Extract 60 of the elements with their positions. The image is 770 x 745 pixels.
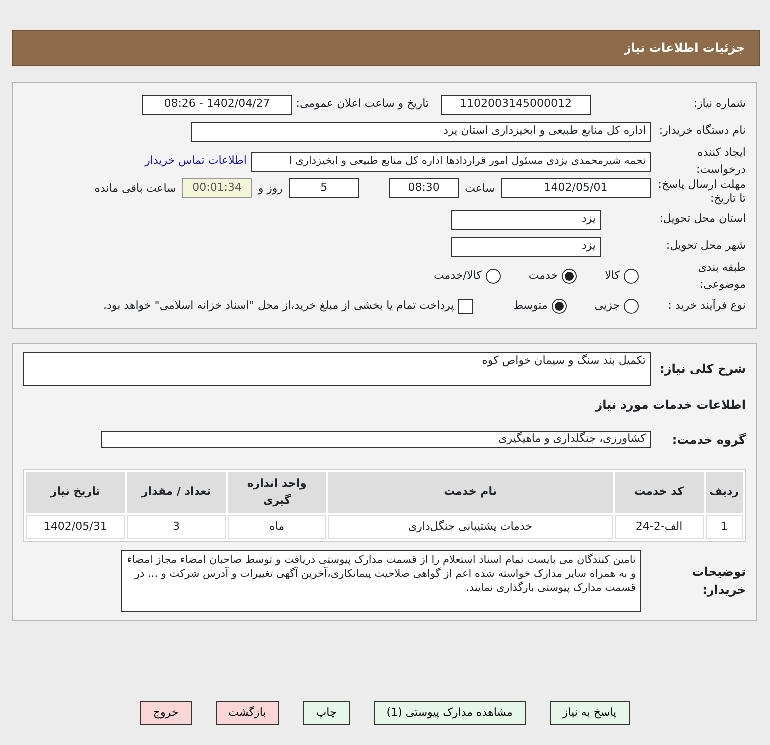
radio-button[interactable] <box>562 269 578 284</box>
action-button[interactable]: بازگشت <box>216 701 280 725</box>
table-cell: الف-2-24 <box>614 515 704 539</box>
table-cell: 3 <box>127 515 226 539</box>
column-header: ردیف <box>706 472 743 513</box>
field-label: شهر محل تحویل: <box>665 238 746 254</box>
contact-link[interactable]: اطلاعات تماس خریدار <box>145 153 247 170</box>
action-button[interactable]: چاپ <box>303 701 350 725</box>
radio-label: خدمت <box>528 268 558 284</box>
city-field[interactable]: یزد <box>451 236 601 256</box>
field-label: شماره نیاز: <box>692 96 746 112</box>
radio-label: کالا <box>605 268 620 284</box>
field-label: ساعت <box>465 181 495 197</box>
field-label: گروه خدمت: <box>671 432 746 448</box>
radio-button[interactable] <box>486 269 501 284</box>
checkbox[interactable] <box>458 299 474 314</box>
column-header: کد خدمت <box>614 472 704 513</box>
field-label: نوع فرآیند خرید : <box>667 298 746 314</box>
column-header: تاریخ نیاز <box>26 472 126 513</box>
field-label: مهلت ارسال پاسخ: تا تاریخ: <box>657 178 746 206</box>
remaining-time-field[interactable]: 00:01:34 <box>182 178 252 198</box>
days-field[interactable]: 5 <box>289 178 360 198</box>
radio-button[interactable] <box>624 299 639 314</box>
column-header: واحد اندازه گیری <box>228 472 326 513</box>
field-label: شرح کلی نیاز: <box>659 361 746 378</box>
payment-label: پرداخت تمام یا بخشی از مبلغ خرید،از محل "اسناد خزانه اسلامی" خواهد بود. <box>104 298 454 314</box>
radio-label: جزیی <box>594 298 620 314</box>
field-label: تاریخ و ساعت اعلان عمومی: <box>296 96 429 112</box>
table-cell: خدمات پشتیبانی جنگل‌داری <box>328 515 613 539</box>
table-cell: 1402/05/31 <box>26 515 126 539</box>
table-cell: ماه <box>228 515 326 539</box>
radio-button[interactable] <box>624 269 639 284</box>
province-field[interactable]: یزد <box>451 210 601 230</box>
service-group-field[interactable]: کشاورزی، جنگلداری و ماهیگیری <box>101 431 651 448</box>
action-button[interactable]: مشاهده مدارک پیوستی (1) <box>374 701 526 725</box>
field-label: نام دستگاه خریدار: <box>658 123 746 140</box>
column-header: نام خدمت <box>328 472 613 513</box>
section-heading: اطلاعات خدمات مورد نیاز <box>594 397 746 414</box>
action-button[interactable]: خروج <box>140 701 192 725</box>
radio-button[interactable] <box>552 299 567 314</box>
table-cell: 1 <box>706 515 743 539</box>
field-label: ایجاد کننده درخواست: <box>696 145 746 178</box>
field-label: ساعت باقی مانده <box>94 181 176 197</box>
requester-field[interactable]: نجمه شیرمحمدی یزدی مسئول امور قراردادها اداره کل منابع طبیعی و ابخیزداری ا <box>251 152 651 172</box>
buyer-org-field[interactable]: اداره کل منابع طبیعی و ابخیزداری استان یزد <box>191 122 651 142</box>
field-label: طبقه بندی موضوعی: <box>697 260 746 293</box>
need-number-field[interactable]: 1102003145000012 <box>441 94 591 114</box>
deadline-date-field[interactable]: 1402/05/01 <box>501 178 651 198</box>
radio-label: متوسط <box>513 298 548 314</box>
radio-label: کالا/خدمت <box>434 268 482 284</box>
page-title: جزئیات اطلاعات نیاز <box>12 30 760 66</box>
action-button[interactable]: پاسخ به نیاز <box>550 701 630 725</box>
field-label: توضیحات خریدار: <box>691 564 746 599</box>
field-label: روز و <box>258 181 284 197</box>
field-label: استان محل تحویل: <box>658 211 746 228</box>
column-header: تعداد / مقدار <box>127 472 226 513</box>
summary-field[interactable]: تکمیل بند سنگ و سیمان خواص کوه <box>23 352 651 386</box>
deadline-time-field[interactable]: 08:30 <box>389 178 460 198</box>
announce-date-field[interactable]: 1402/04/27 - 08:26 <box>142 94 292 114</box>
buyer-notes-field[interactable]: تامین کنندگان می بایست تمام اسناد استعلام را از قسمت مدارک پیوستی دریافت و توسط صاحبان امضاء مجاز امضاء و به همراه سایر مدارک خواسته شده اعم از گواهی صلاحیت پیمانکاری،آخرین آگهی تغییرات و آدرس شرکت و ... در قسمت مدارک پیوستی بارگذاری نمایند. <box>121 550 641 612</box>
